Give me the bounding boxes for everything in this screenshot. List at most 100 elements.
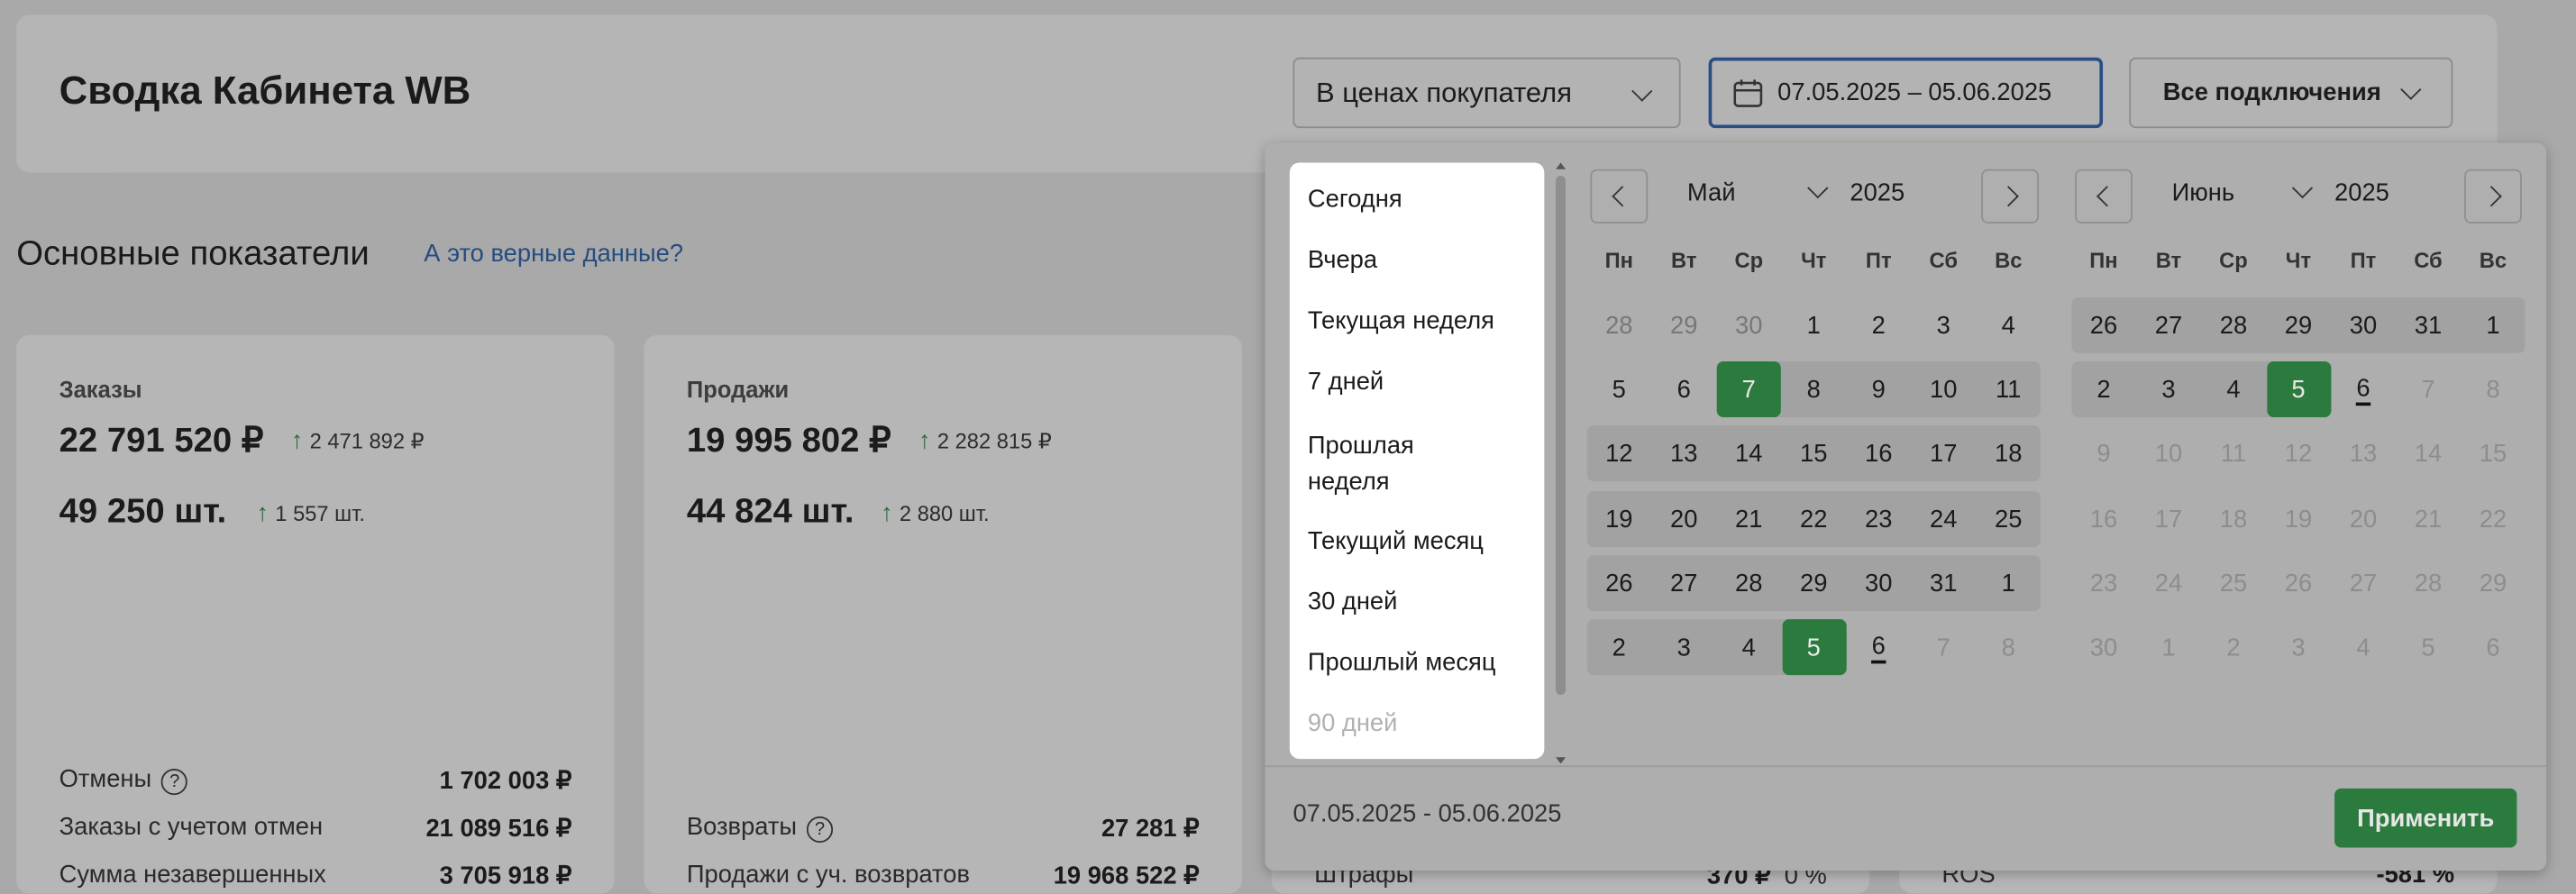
day-cell[interactable]: 21 xyxy=(2396,491,2460,547)
day-cell[interactable]: 12 xyxy=(1587,425,1651,481)
day-cell[interactable]: 29 xyxy=(2461,555,2525,611)
preset-item[interactable]: 30 дней xyxy=(1308,585,1398,621)
day-cell[interactable]: 3 xyxy=(1652,619,1716,675)
day-cell[interactable]: 18 xyxy=(1977,425,2041,481)
day-cell[interactable]: 28 xyxy=(2396,555,2460,611)
day-cell[interactable]: 17 xyxy=(2136,491,2200,547)
day-cell[interactable]: 4 xyxy=(1717,619,1781,675)
day-cell[interactable]: 17 xyxy=(1912,425,1976,481)
help-icon[interactable]: ? xyxy=(161,769,188,796)
day-cell[interactable]: 31 xyxy=(1912,555,1976,611)
preset-scrollbar[interactable] xyxy=(1556,162,1567,764)
day-cell[interactable]: 13 xyxy=(2331,425,2395,481)
day-cell[interactable]: 22 xyxy=(1782,491,1846,547)
preset-item[interactable]: Вчера xyxy=(1308,243,1377,279)
day-cell[interactable]: 1 xyxy=(2461,297,2525,353)
day-cell[interactable]: 26 xyxy=(2071,297,2135,353)
day-cell[interactable]: 8 xyxy=(1782,361,1846,417)
prev-month-button-right[interactable] xyxy=(2075,169,2133,224)
prev-month-button[interactable] xyxy=(1590,169,1649,224)
day-cell[interactable]: 25 xyxy=(2201,555,2265,611)
preset-item[interactable]: Текущая неделя xyxy=(1308,304,1494,340)
right-month-select[interactable]: Июнь xyxy=(2172,179,2235,207)
day-cell[interactable]: 3 xyxy=(1912,297,1976,353)
day-cell[interactable]: 1 xyxy=(2136,619,2200,675)
day-cell[interactable]: 30 xyxy=(1847,555,1911,611)
day-cell[interactable]: 26 xyxy=(2266,555,2330,611)
day-cell[interactable]: 6 xyxy=(1847,619,1911,675)
day-cell[interactable]: 28 xyxy=(1717,555,1781,611)
day-cell[interactable]: 28 xyxy=(1587,297,1651,353)
day-cell[interactable]: 18 xyxy=(2201,491,2265,547)
day-cell[interactable]: 9 xyxy=(2071,425,2135,481)
day-cell[interactable]: 16 xyxy=(1847,425,1911,481)
day-cell[interactable]: 9 xyxy=(1847,361,1911,417)
day-cell[interactable]: 20 xyxy=(1652,491,1716,547)
day-cell[interactable]: 25 xyxy=(1977,491,2041,547)
day-cell[interactable]: 23 xyxy=(2071,555,2135,611)
day-cell[interactable]: 29 xyxy=(1652,297,1716,353)
day-cell[interactable]: 14 xyxy=(1717,425,1781,481)
preset-item[interactable]: Прошлая неделя xyxy=(1308,429,1414,501)
day-cell[interactable]: 8 xyxy=(1977,619,2041,675)
day-cell[interactable]: 29 xyxy=(1782,555,1846,611)
day-cell[interactable]: 4 xyxy=(2331,619,2395,675)
day-cell[interactable]: 4 xyxy=(1977,297,2041,353)
day-cell[interactable]: 19 xyxy=(1587,491,1651,547)
day-cell[interactable]: 14 xyxy=(2396,425,2460,481)
price-mode-select[interactable]: В ценах покупателя xyxy=(1293,57,1681,129)
day-cell[interactable]: 6 xyxy=(2461,619,2525,675)
day-cell[interactable]: 3 xyxy=(2266,619,2330,675)
preset-item[interactable]: Текущий месяц xyxy=(1308,524,1484,560)
day-cell[interactable]: 22 xyxy=(2461,491,2525,547)
left-month-select[interactable]: Май xyxy=(1687,179,1736,207)
scroll-down-icon[interactable] xyxy=(1556,757,1567,764)
day-cell[interactable]: 11 xyxy=(2201,425,2265,481)
day-cell[interactable]: 15 xyxy=(1782,425,1846,481)
day-cell[interactable]: 15 xyxy=(2461,425,2525,481)
next-month-button-right[interactable] xyxy=(2464,169,2522,224)
day-cell[interactable]: 6 xyxy=(1652,361,1716,417)
preset-item[interactable]: 90 дней xyxy=(1308,707,1398,743)
help-icon[interactable]: ? xyxy=(807,816,834,844)
day-cell[interactable]: 23 xyxy=(1847,491,1911,547)
day-cell[interactable]: 3 xyxy=(2136,361,2200,417)
apply-button[interactable]: Применить xyxy=(2334,788,2517,848)
day-cell[interactable]: 2 xyxy=(2071,361,2135,417)
day-cell[interactable]: 2 xyxy=(2201,619,2265,675)
day-cell[interactable]: 13 xyxy=(1652,425,1716,481)
date-range-input[interactable]: 07.05.2025 – 05.06.2025 xyxy=(1708,57,2104,129)
day-cell[interactable]: 5 xyxy=(2266,360,2331,417)
day-cell[interactable]: 31 xyxy=(2396,297,2460,353)
day-cell[interactable]: 24 xyxy=(2136,555,2200,611)
day-cell[interactable]: 10 xyxy=(1912,361,1976,417)
connections-select[interactable]: Все подключения xyxy=(2129,57,2453,129)
day-cell[interactable]: 28 xyxy=(2201,297,2265,353)
day-cell[interactable]: 16 xyxy=(2071,491,2135,547)
day-cell[interactable]: 4 xyxy=(2201,361,2265,417)
day-cell[interactable]: 5 xyxy=(1781,619,1846,676)
day-cell[interactable]: 21 xyxy=(1717,491,1781,547)
day-cell[interactable]: 7 xyxy=(1716,360,1781,417)
day-cell[interactable]: 5 xyxy=(2396,619,2460,675)
data-accuracy-link[interactable]: А это верные данные? xyxy=(424,240,683,268)
day-cell[interactable]: 12 xyxy=(2266,425,2330,481)
scroll-thumb[interactable] xyxy=(1556,176,1567,696)
day-cell[interactable]: 2 xyxy=(1847,297,1911,353)
preset-item[interactable]: 7 дней xyxy=(1308,365,1384,401)
day-cell[interactable]: 29 xyxy=(2266,297,2330,353)
day-cell[interactable]: 26 xyxy=(1587,555,1651,611)
preset-item[interactable]: Прошлый месяц xyxy=(1308,645,1496,681)
day-cell[interactable]: 7 xyxy=(2396,361,2460,417)
day-cell[interactable]: 2 xyxy=(1587,619,1651,675)
day-cell[interactable]: 7 xyxy=(1912,619,1976,675)
day-cell[interactable]: 27 xyxy=(2331,555,2395,611)
day-cell[interactable]: 30 xyxy=(2331,297,2395,353)
day-cell[interactable]: 11 xyxy=(1977,361,2041,417)
day-cell[interactable]: 6 xyxy=(2331,361,2395,417)
day-cell[interactable]: 5 xyxy=(1587,361,1651,417)
day-cell[interactable]: 30 xyxy=(2071,619,2135,675)
day-cell[interactable]: 10 xyxy=(2136,425,2200,481)
left-year[interactable]: 2025 xyxy=(1850,179,1905,207)
day-cell[interactable]: 1 xyxy=(1782,297,1846,353)
